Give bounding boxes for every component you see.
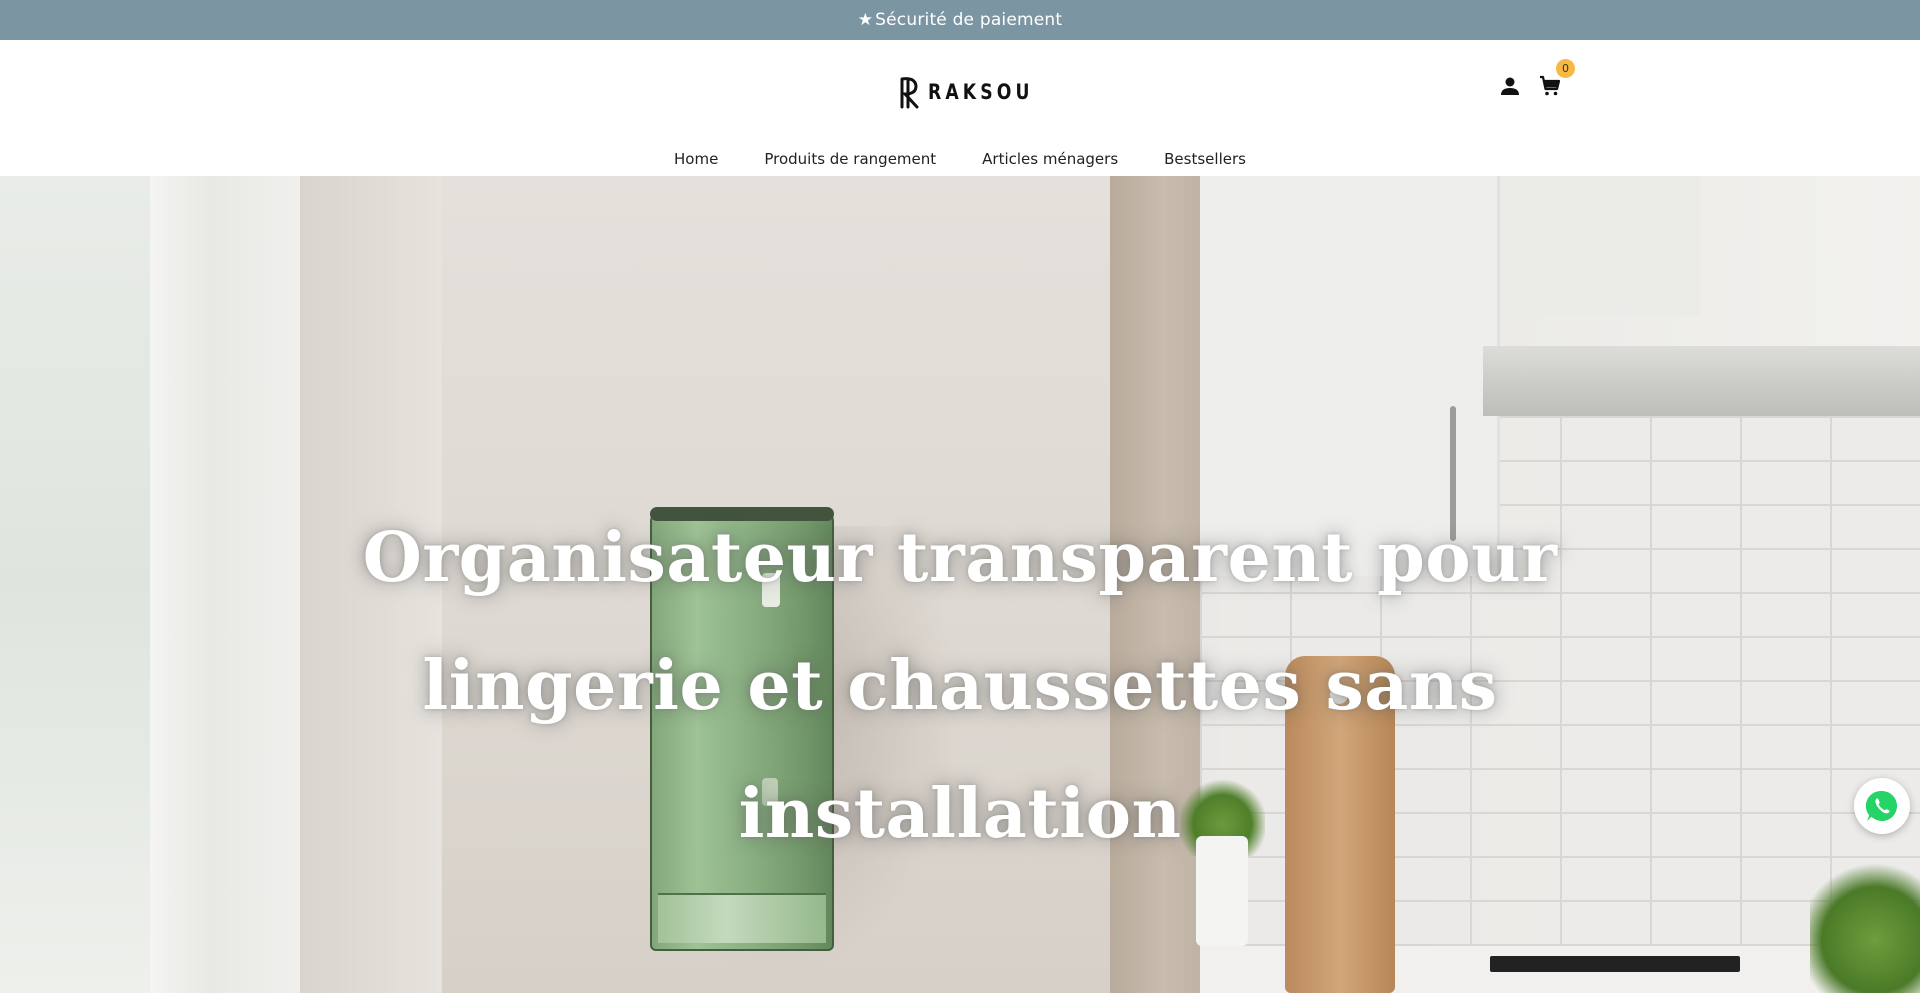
- cart-count-badge: 0: [1556, 59, 1575, 78]
- hero-cooktop: [1490, 956, 1740, 972]
- user-icon: [1501, 77, 1519, 95]
- hero-range-hood: [1483, 346, 1920, 416]
- hero-upper-cabinet: [1500, 176, 1700, 316]
- product-base: [658, 893, 826, 943]
- hero-banner: Organisateur transparent pour lingerie e…: [0, 176, 1920, 993]
- announcement-bar: ★ Sécurité de paiement: [0, 0, 1920, 40]
- nav-item-home[interactable]: Home: [651, 150, 741, 168]
- site-header: RAKSOU 0 Home Produits de rangement Arti…: [0, 40, 1920, 176]
- header-actions: 0: [1497, 59, 1575, 102]
- logo-text: RAKSOU: [928, 80, 1034, 104]
- main-nav: Home Produits de rangement Articles ména…: [0, 144, 1920, 174]
- whatsapp-chat-button[interactable]: [1854, 778, 1910, 834]
- cart-button[interactable]: 0: [1537, 59, 1575, 99]
- account-button[interactable]: [1497, 73, 1523, 99]
- star-icon: ★: [857, 10, 874, 30]
- hero-title-text: Organisateur transparent pour lingerie e…: [362, 518, 1558, 854]
- nav-item-household-items[interactable]: Articles ménagers: [959, 150, 1141, 168]
- logo-mark-icon: [900, 77, 919, 109]
- nav-item-bestsellers[interactable]: Bestsellers: [1141, 150, 1269, 168]
- nav-item-storage-products[interactable]: Produits de rangement: [741, 150, 959, 168]
- site-logo[interactable]: RAKSOU: [897, 70, 1057, 114]
- cart-icon: [1540, 75, 1561, 96]
- whatsapp-icon: [1865, 790, 1898, 821]
- announcement-text: Sécurité de paiement: [875, 10, 1063, 30]
- hero-title: Organisateur transparent pour lingerie e…: [0, 494, 1920, 878]
